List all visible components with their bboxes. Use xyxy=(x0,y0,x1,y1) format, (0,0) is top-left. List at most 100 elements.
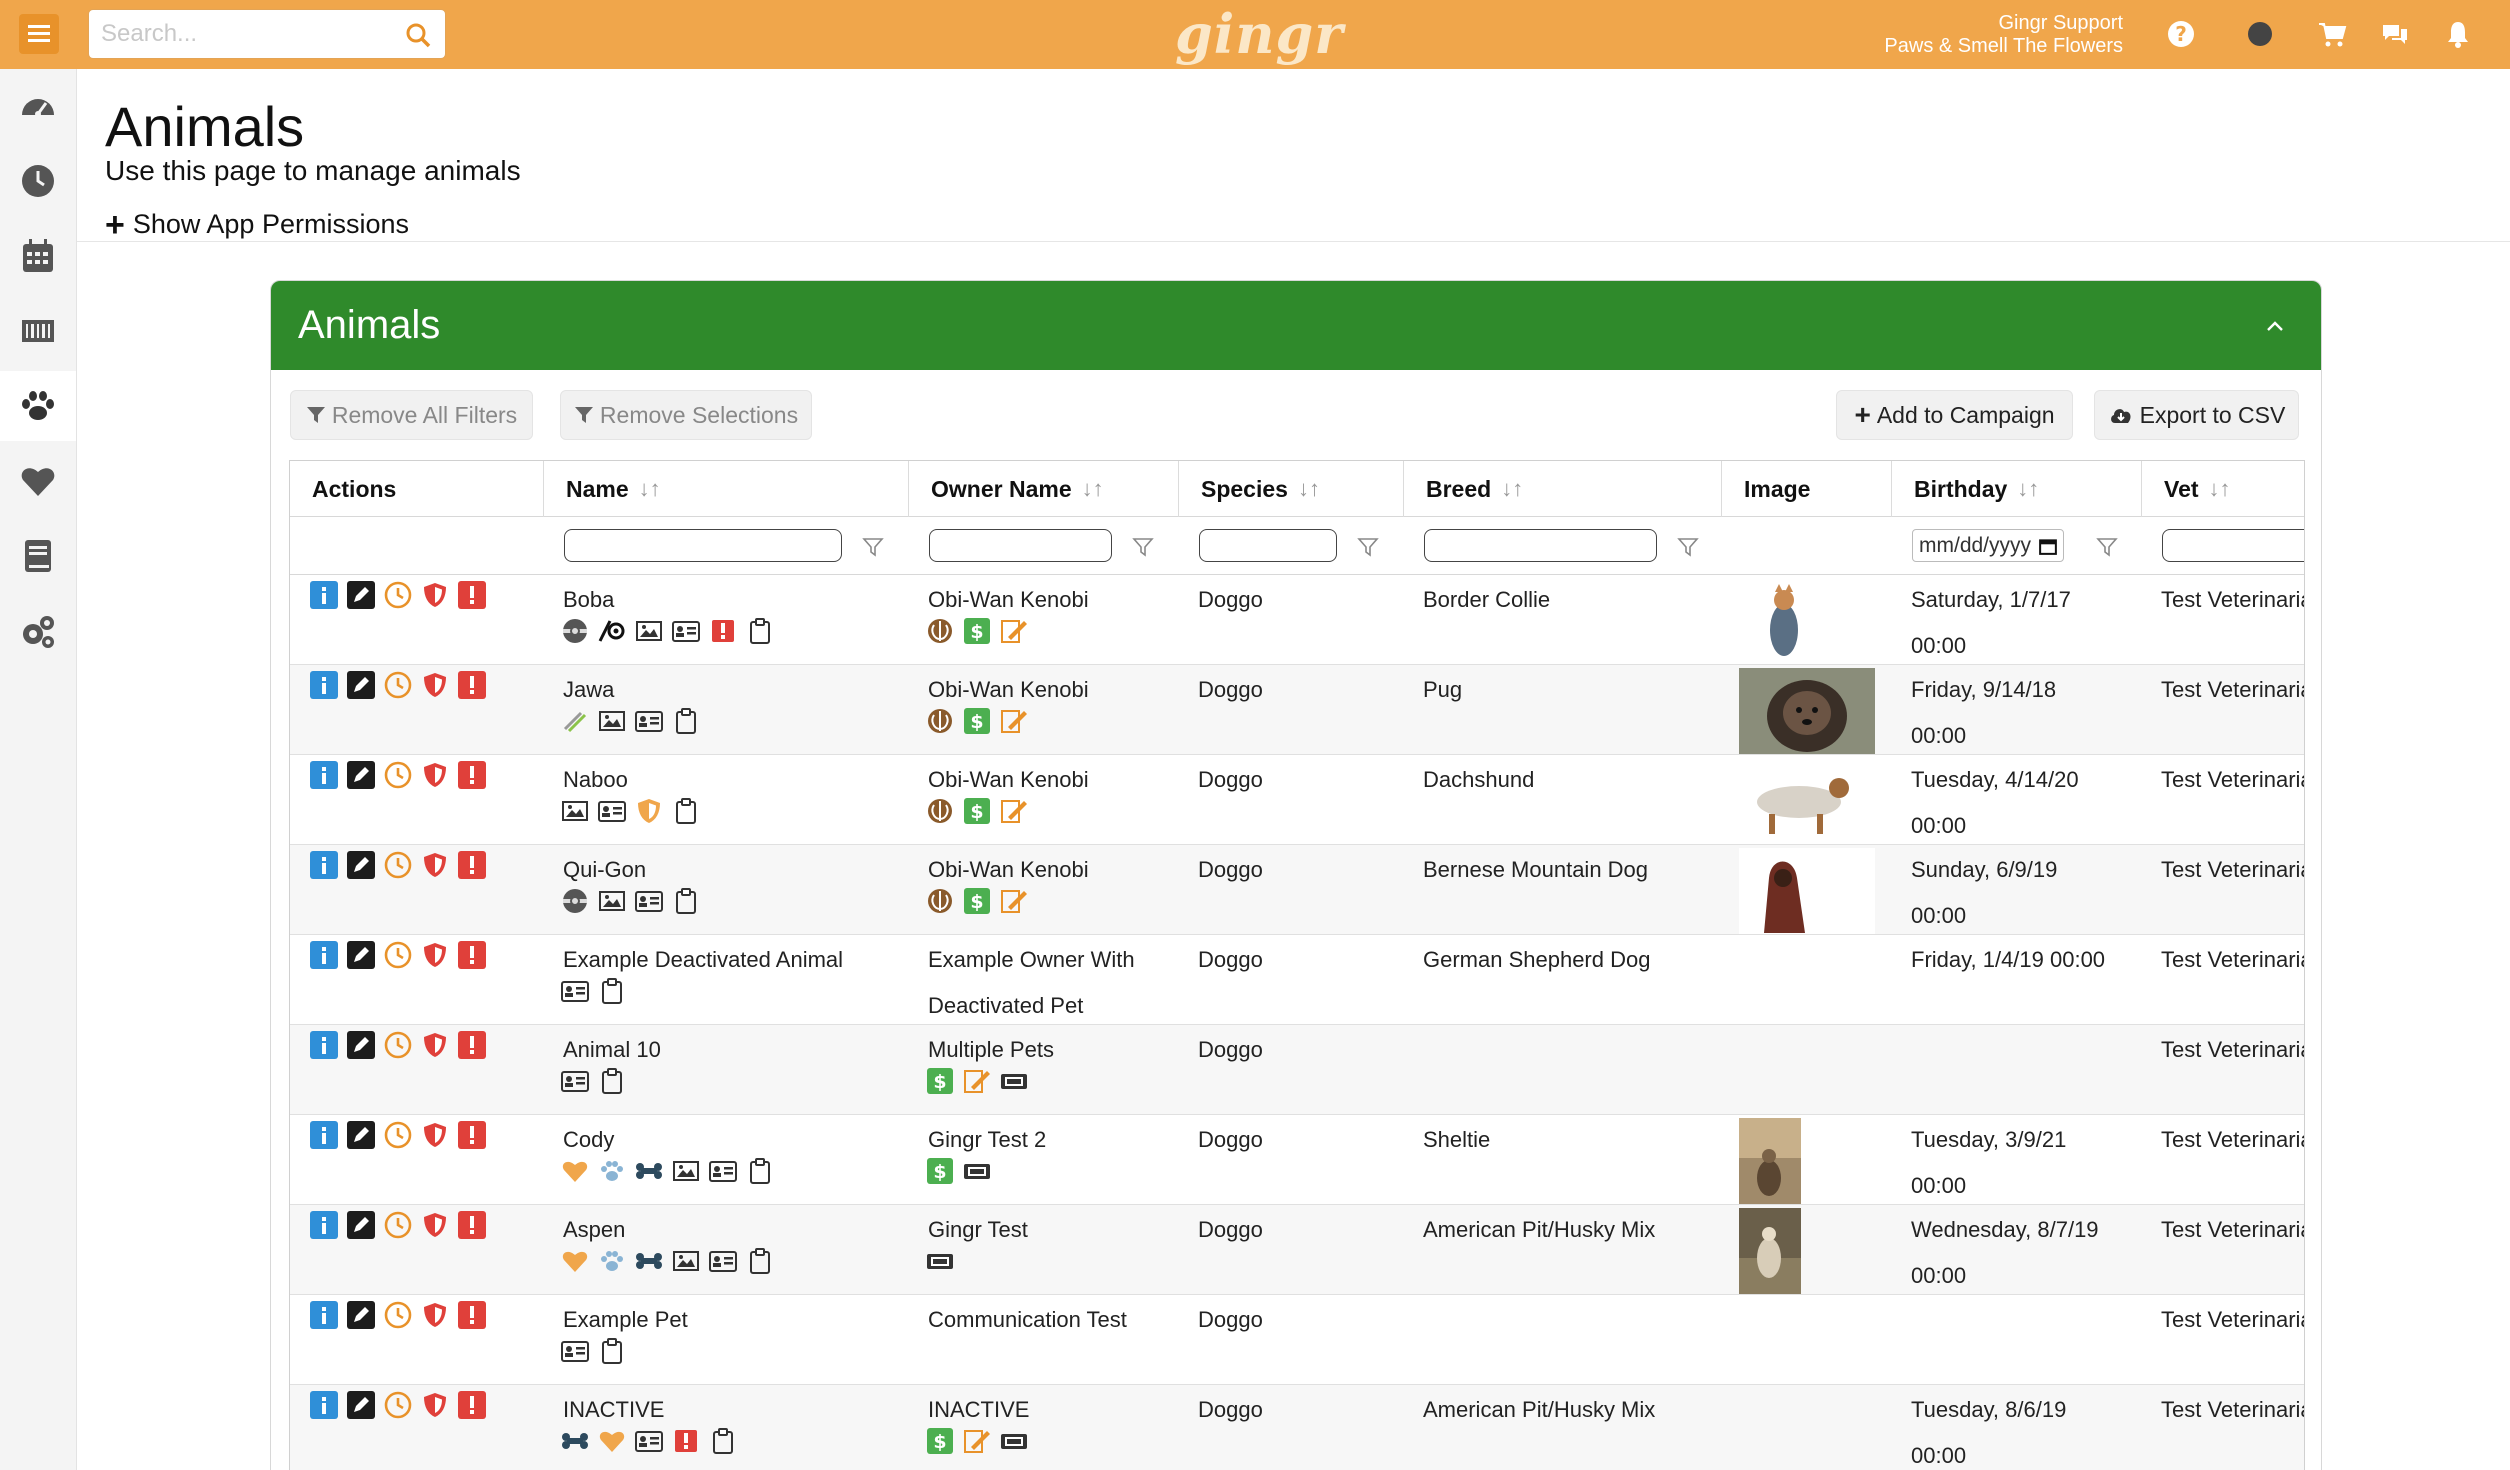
export-csv-button[interactable]: Export to CSV xyxy=(2094,390,2299,440)
animal-name[interactable]: Animal 10 xyxy=(563,1037,661,1063)
info-icon[interactable] xyxy=(310,1031,338,1059)
alert-icon[interactable] xyxy=(458,1211,486,1239)
chat-icon[interactable] xyxy=(2380,19,2410,49)
name-filter-input[interactable] xyxy=(564,529,842,562)
chevron-up-icon[interactable] xyxy=(2263,314,2287,338)
clock-icon[interactable] xyxy=(384,1121,412,1149)
animal-name[interactable]: Naboo xyxy=(563,767,628,793)
owner-name[interactable]: Obi-Wan Kenobi xyxy=(928,677,1089,703)
sort-icon[interactable]: ↓↑ xyxy=(2017,476,2039,502)
alert-icon[interactable] xyxy=(458,1301,486,1329)
sort-icon[interactable]: ↓↑ xyxy=(1082,476,1104,502)
owner-name[interactable]: Multiple Pets xyxy=(928,1037,1054,1063)
edit-icon[interactable] xyxy=(347,761,375,789)
sidebar-item-calendar[interactable] xyxy=(0,221,76,291)
owner-name[interactable]: Gingr Test 2 xyxy=(928,1127,1046,1153)
sidebar-item-animals[interactable] xyxy=(0,371,76,441)
col-owner[interactable]: Owner Name ↓↑ xyxy=(908,461,1178,517)
animal-photo[interactable] xyxy=(1739,1208,1875,1294)
funnel-icon[interactable] xyxy=(1357,536,1379,558)
info-icon[interactable] xyxy=(310,1391,338,1419)
edit-icon[interactable] xyxy=(347,1121,375,1149)
animal-photo[interactable] xyxy=(1739,578,1875,664)
info-icon[interactable] xyxy=(310,941,338,969)
shield-icon[interactable] xyxy=(421,761,449,789)
clock-icon[interactable] xyxy=(384,851,412,879)
sort-icon[interactable]: ↓↑ xyxy=(1501,476,1523,502)
alert-icon[interactable] xyxy=(458,761,486,789)
col-birthday[interactable]: Birthday ↓↑ xyxy=(1891,461,2141,517)
shield-icon[interactable] xyxy=(421,1211,449,1239)
remove-selections-button[interactable]: Remove Selections xyxy=(560,390,812,440)
search-icon[interactable] xyxy=(405,22,431,48)
clock-icon[interactable] xyxy=(384,1031,412,1059)
gingr-logo[interactable]: gingr xyxy=(1175,2,1344,66)
animal-name[interactable]: Example Pet xyxy=(563,1307,688,1333)
owner-name[interactable]: Gingr Test xyxy=(928,1217,1028,1243)
clock-icon[interactable] xyxy=(384,1391,412,1419)
owner-name[interactable]: Example Owner With xyxy=(928,947,1135,973)
edit-icon[interactable] xyxy=(347,581,375,609)
calendar-icon[interactable] xyxy=(2039,537,2057,555)
sort-icon[interactable]: ↓↑ xyxy=(639,476,661,502)
owner-name[interactable]: Obi-Wan Kenobi xyxy=(928,767,1089,793)
edit-icon[interactable] xyxy=(347,671,375,699)
clock-icon[interactable] xyxy=(384,761,412,789)
edit-icon[interactable] xyxy=(347,1031,375,1059)
info-icon[interactable] xyxy=(310,761,338,789)
clock-icon[interactable] xyxy=(384,1211,412,1239)
clock-icon[interactable] xyxy=(384,581,412,609)
animal-photo[interactable] xyxy=(1739,758,1875,844)
alert-icon[interactable] xyxy=(458,1121,486,1149)
alert-icon[interactable] xyxy=(458,1031,486,1059)
info-icon[interactable] xyxy=(310,851,338,879)
funnel-icon[interactable] xyxy=(862,536,884,558)
animal-name[interactable]: Cody xyxy=(563,1127,614,1153)
shield-icon[interactable] xyxy=(421,581,449,609)
sort-icon[interactable]: ↓↑ xyxy=(2209,476,2231,502)
sidebar-item-barcode[interactable] xyxy=(0,296,76,366)
col-breed[interactable]: Breed ↓↑ xyxy=(1403,461,1721,517)
animal-name[interactable]: Boba xyxy=(563,587,614,613)
bell-icon[interactable] xyxy=(2443,19,2473,49)
species-filter-input[interactable] xyxy=(1199,529,1337,562)
owner-name[interactable]: Communication Test xyxy=(928,1307,1127,1333)
animal-name[interactable]: Example Deactivated Animal xyxy=(563,947,843,973)
clock-icon[interactable] xyxy=(384,1301,412,1329)
alert-icon[interactable] xyxy=(458,581,486,609)
add-to-campaign-button[interactable]: + Add to Campaign xyxy=(1836,390,2073,440)
animal-photo[interactable] xyxy=(1739,668,1875,754)
user-info[interactable]: Gingr Support Paws & Smell The Flowers xyxy=(1884,12,2123,58)
sidebar-item-dashboard[interactable] xyxy=(0,71,76,141)
shield-icon[interactable] xyxy=(421,671,449,699)
status-dot-icon[interactable] xyxy=(2245,19,2275,49)
sort-icon[interactable]: ↓↑ xyxy=(1298,476,1320,502)
col-species[interactable]: Species ↓↑ xyxy=(1178,461,1403,517)
remove-all-filters-button[interactable]: Remove All Filters xyxy=(290,390,533,440)
edit-icon[interactable] xyxy=(347,941,375,969)
alert-icon[interactable] xyxy=(458,851,486,879)
animal-name[interactable]: Aspen xyxy=(563,1217,625,1243)
owner-filter-input[interactable] xyxy=(929,529,1112,562)
owner-name-line2[interactable]: Deactivated Pet xyxy=(928,993,1083,1019)
owner-name[interactable]: Obi-Wan Kenobi xyxy=(928,857,1089,883)
animal-photo[interactable] xyxy=(1739,848,1875,934)
show-permissions-toggle[interactable]: + Show App Permissions xyxy=(105,208,409,242)
alert-icon[interactable] xyxy=(458,1391,486,1419)
col-name[interactable]: Name ↓↑ xyxy=(543,461,908,517)
info-icon[interactable] xyxy=(310,1121,338,1149)
animal-photo[interactable] xyxy=(1739,1118,1875,1204)
cart-icon[interactable] xyxy=(2317,19,2347,49)
alert-icon[interactable] xyxy=(458,671,486,699)
help-icon[interactable]: ? xyxy=(2166,19,2196,49)
funnel-icon[interactable] xyxy=(2096,536,2118,558)
edit-icon[interactable] xyxy=(347,1301,375,1329)
sidebar-item-reports[interactable] xyxy=(0,521,76,591)
sidebar-item-settings[interactable] xyxy=(0,596,76,666)
animal-name[interactable]: Qui-Gon xyxy=(563,857,646,883)
funnel-icon[interactable] xyxy=(1132,536,1154,558)
shield-icon[interactable] xyxy=(421,941,449,969)
info-icon[interactable] xyxy=(310,581,338,609)
shield-icon[interactable] xyxy=(421,1391,449,1419)
alert-icon[interactable] xyxy=(458,941,486,969)
